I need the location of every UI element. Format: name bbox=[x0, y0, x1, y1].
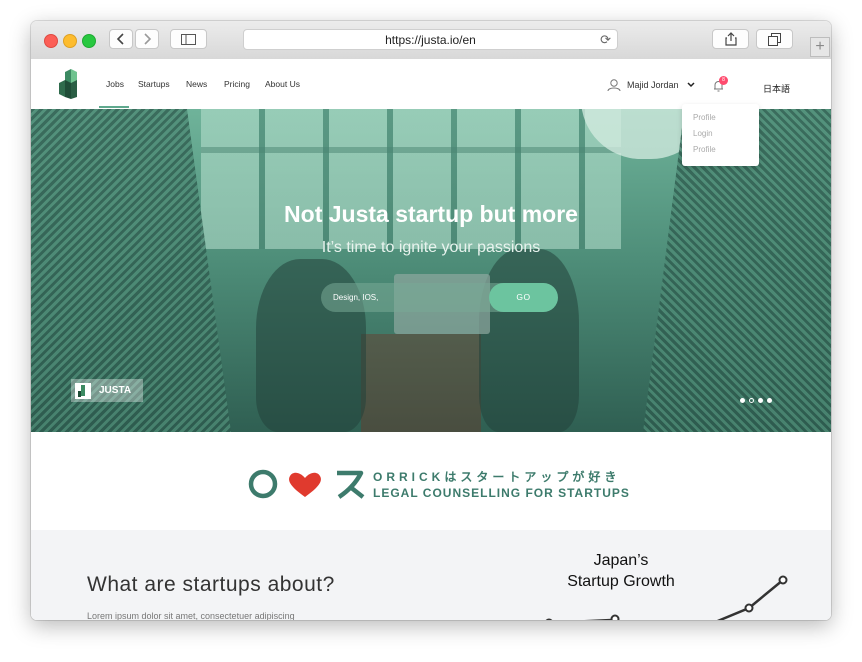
menu-item-profile[interactable]: Profile bbox=[682, 110, 759, 126]
browser-toolbar: https://justa.io/en ⟳ + bbox=[31, 21, 831, 60]
chevron-left-icon bbox=[116, 33, 124, 45]
sponsor-section: ORRICKはスタートアップが好き LEGAL COUNSELLING FOR … bbox=[31, 432, 831, 530]
menu-item-profile-2[interactable]: Profile bbox=[682, 142, 759, 158]
hero-person-right bbox=[479, 249, 579, 432]
justa-logo[interactable] bbox=[59, 69, 83, 99]
user-menu-toggle[interactable]: Majid Jordan bbox=[607, 78, 702, 92]
carousel-dot-2[interactable] bbox=[749, 398, 754, 403]
url-text: https://justa.io/en bbox=[385, 32, 476, 47]
sidebar-icon bbox=[181, 33, 196, 45]
carousel-dots bbox=[740, 398, 772, 403]
user-name: Majid Jordan bbox=[627, 80, 679, 90]
sponsor-tagline-en: LEGAL COUNSELLING FOR STARTUPS bbox=[373, 486, 630, 500]
back-button[interactable] bbox=[109, 29, 133, 49]
nav-active-indicator bbox=[99, 106, 129, 108]
carousel-dot-3[interactable] bbox=[758, 398, 763, 403]
about-section: What are startups about? Lorem ipsum dol… bbox=[31, 530, 831, 620]
user-icon bbox=[607, 79, 621, 92]
forward-button[interactable] bbox=[135, 29, 159, 49]
minimize-window-button[interactable] bbox=[63, 34, 77, 48]
nav-startups[interactable]: Startups bbox=[138, 79, 170, 89]
go-button[interactable]: GO bbox=[489, 283, 558, 312]
chart-point bbox=[778, 575, 788, 585]
chart-point bbox=[744, 603, 754, 613]
justa-badge: JUSTA bbox=[71, 379, 143, 402]
hero-background-window bbox=[201, 109, 621, 249]
nav-about-us[interactable]: About Us bbox=[265, 79, 300, 89]
growth-chart-title: Japan’s Startup Growth bbox=[541, 550, 701, 592]
address-bar[interactable]: https://justa.io/en ⟳ bbox=[243, 29, 618, 50]
justa-mini-logo bbox=[75, 382, 91, 399]
user-dropdown-menu: Profile Login Profile bbox=[682, 104, 759, 166]
about-text: Lorem ipsum dolor sit amet, consectetuer… bbox=[87, 611, 295, 620]
new-tab-button[interactable]: + bbox=[810, 37, 830, 57]
job-search-input[interactable] bbox=[321, 283, 511, 312]
reload-icon[interactable]: ⟳ bbox=[600, 32, 611, 48]
growth-chart-title-line1: Japan’s bbox=[593, 552, 649, 569]
nav-news[interactable]: News bbox=[186, 79, 207, 89]
share-icon bbox=[724, 32, 737, 46]
top-navigation: Jobs Startups News Pricing About Us Maji… bbox=[31, 59, 831, 109]
growth-chart-title-line2: Startup Growth bbox=[567, 573, 675, 590]
language-switch[interactable]: 日本語 bbox=[763, 82, 790, 95]
hero-subtitle: It’s time to ignite your passions bbox=[321, 239, 541, 256]
menu-item-login[interactable]: Login bbox=[682, 126, 759, 142]
hero-table bbox=[361, 334, 481, 432]
browser-window: https://justa.io/en ⟳ + Jobs Startups Ne… bbox=[31, 21, 831, 620]
share-button[interactable] bbox=[712, 29, 749, 49]
hero-title: Not Justa startup but more bbox=[284, 201, 578, 227]
tabs-icon bbox=[768, 32, 781, 46]
carousel-dot-4[interactable] bbox=[767, 398, 772, 403]
sponsor-tagline-jp: ORRICKはスタートアップが好き bbox=[373, 470, 621, 484]
web-page: Jobs Startups News Pricing About Us Maji… bbox=[31, 59, 831, 620]
nav-jobs[interactable]: Jobs bbox=[106, 79, 124, 89]
chart-point bbox=[545, 618, 553, 620]
sidebar-button[interactable] bbox=[170, 29, 207, 49]
carousel-dot-1[interactable] bbox=[740, 398, 745, 403]
tabs-button[interactable] bbox=[756, 29, 793, 49]
chevron-right-icon bbox=[144, 33, 152, 45]
about-title: What are startups about? bbox=[87, 573, 335, 596]
hero-window-frame bbox=[201, 147, 621, 153]
notification-badge: 8 bbox=[719, 76, 728, 85]
nav-pricing[interactable]: Pricing bbox=[224, 79, 250, 89]
zoom-window-button[interactable] bbox=[82, 34, 96, 48]
justa-badge-label: JUSTA bbox=[99, 385, 132, 396]
chevron-down-icon bbox=[687, 82, 695, 88]
chart-point bbox=[610, 614, 620, 620]
orrick-logo[interactable] bbox=[247, 467, 367, 501]
close-window-button[interactable] bbox=[44, 34, 58, 48]
